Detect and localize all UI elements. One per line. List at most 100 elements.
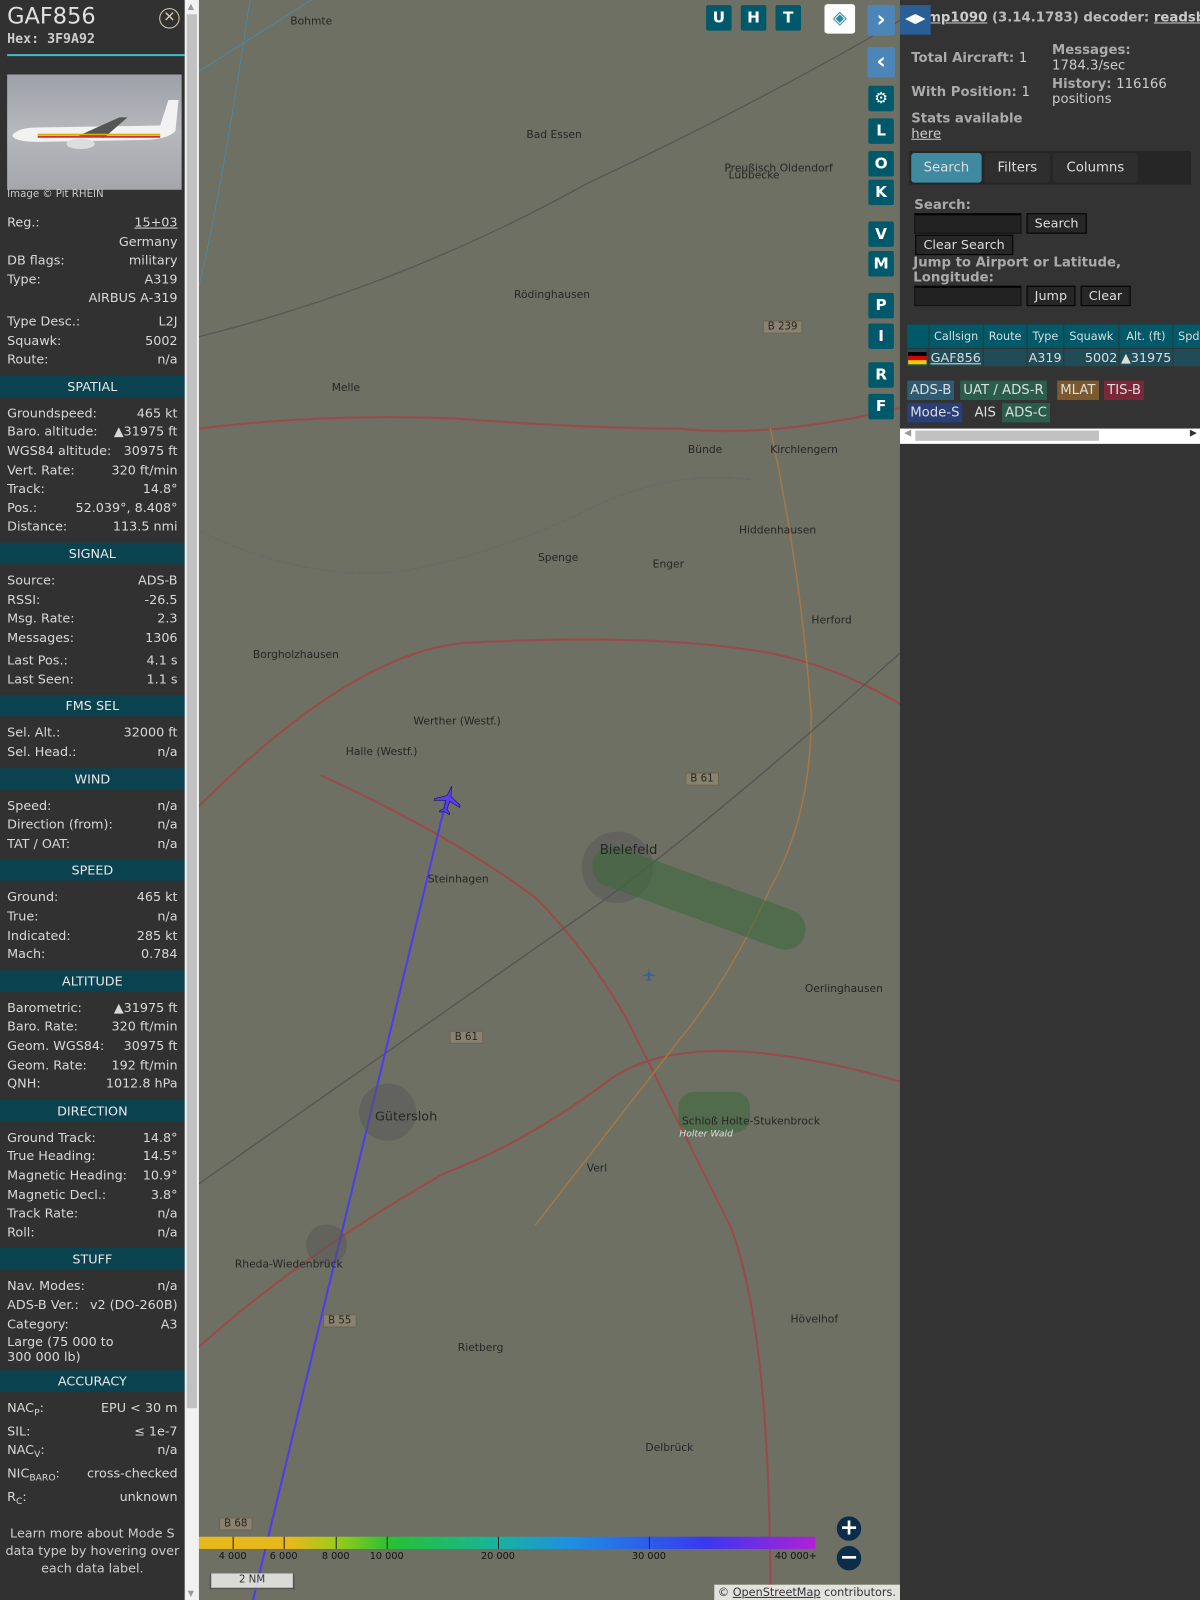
scroll-right-icon[interactable]: ▶ bbox=[1190, 429, 1197, 439]
scrollbar-thumb[interactable] bbox=[186, 14, 197, 1409]
town-label: Hiddenhausen bbox=[738, 524, 817, 537]
column-header-altft[interactable]: Alt. (ft) bbox=[1119, 324, 1173, 348]
toggle-button-l[interactable]: L bbox=[868, 118, 894, 144]
section-header-accuracy: ACCURACY bbox=[0, 1370, 185, 1392]
close-icon[interactable]: ✕ bbox=[159, 8, 180, 29]
row-label: Route: bbox=[7, 350, 48, 369]
scale-tick-label: 40 000+ bbox=[774, 1551, 817, 1563]
row-label-text: NAC bbox=[7, 1400, 35, 1416]
source-badge-adsb[interactable]: ADS-B bbox=[907, 380, 955, 400]
scroll-down-icon[interactable]: ▼ bbox=[188, 1589, 194, 1598]
row-label-text: TAT / OAT: bbox=[7, 835, 71, 851]
toggle-button-f[interactable]: F bbox=[868, 393, 894, 420]
cell-type: A319 bbox=[1027, 348, 1064, 367]
source-badge-mlat[interactable]: MLAT bbox=[1057, 380, 1099, 400]
clear-button[interactable]: Clear bbox=[1080, 285, 1131, 307]
collapse-sidebar-button[interactable]: › bbox=[867, 5, 895, 36]
toggle-button-u[interactable]: U bbox=[706, 5, 732, 31]
scale-tick-label: 6 000 bbox=[269, 1551, 298, 1563]
source-badge-ais[interactable]: AIS bbox=[971, 403, 999, 423]
toggle-button-i[interactable]: I bbox=[868, 323, 894, 349]
detail-row: Msg. Rate: 2.3 bbox=[0, 609, 185, 628]
source-badge-uatadsr[interactable]: UAT / ADS-R bbox=[960, 380, 1047, 400]
section-header-stuff: STUFF bbox=[0, 1248, 185, 1270]
row-value[interactable]: 15+03 bbox=[134, 213, 177, 232]
town-label: Herford bbox=[811, 614, 852, 627]
detail-row: AIRBUS A-319 bbox=[0, 289, 185, 308]
toggle-button-o[interactable]: O bbox=[868, 151, 894, 177]
section-header-spatial: SPATIAL bbox=[0, 375, 185, 397]
scroll-up-icon[interactable]: ▲ bbox=[188, 2, 194, 11]
toggle-panel-arrows-icon[interactable]: ◀▶ bbox=[899, 5, 931, 35]
row-label: Track: bbox=[7, 480, 45, 499]
detail-row: Type: A319 bbox=[0, 270, 185, 289]
toggle-button-h[interactable]: H bbox=[740, 5, 767, 31]
column-header-route[interactable]: Route bbox=[983, 324, 1027, 348]
toggle-button-p[interactable]: P bbox=[868, 292, 894, 319]
vertical-scrollbar[interactable]: ▲ ▼ bbox=[184, 0, 199, 1600]
row-label-text: Distance: bbox=[7, 518, 68, 534]
row-value: 32000 ft bbox=[123, 724, 178, 741]
jump-input[interactable] bbox=[914, 285, 1022, 307]
aircraft-photo[interactable] bbox=[7, 74, 182, 190]
zoom-in-button[interactable]: + bbox=[836, 1516, 862, 1541]
source-badge-modes[interactable]: Mode-S bbox=[907, 403, 963, 423]
layers-icon[interactable]: ◈ bbox=[824, 4, 856, 34]
toggle-button-k[interactable]: K bbox=[868, 179, 894, 206]
stats-link[interactable]: here bbox=[911, 127, 941, 142]
version: (3.14.1783) decoder: bbox=[991, 10, 1150, 26]
search-input[interactable] bbox=[914, 213, 1022, 234]
map[interactable]: Bohmte Bad Essen Preußisch Oldendorf Lübbec… bbox=[198, 0, 900, 1600]
column-header-squawk[interactable]: Squawk bbox=[1064, 324, 1119, 348]
row-value: 3.8° bbox=[150, 1186, 178, 1202]
town-label: Rödinghausen bbox=[514, 288, 591, 302]
zoom-out-button[interactable]: − bbox=[836, 1546, 862, 1571]
row-value: ≤ 1e-7 bbox=[134, 1423, 178, 1439]
row-label-suffix: : bbox=[22, 1488, 27, 1504]
settings-gear-icon[interactable]: ⚙ bbox=[868, 85, 894, 112]
osm-link[interactable]: OpenStreetMap bbox=[733, 1586, 821, 1599]
row-label: Barometric: bbox=[7, 999, 82, 1018]
row-value: AIRBUS A-319 bbox=[88, 290, 178, 306]
source-badge-tisb[interactable]: TIS-B bbox=[1104, 380, 1145, 400]
tab-search[interactable]: Search bbox=[911, 153, 982, 183]
row-label-text: NAC bbox=[7, 1442, 35, 1458]
detail-row: Last Pos.: 4.1 s bbox=[0, 651, 185, 670]
row-value: 14.8° bbox=[142, 1129, 178, 1145]
scrollbar-thumb[interactable] bbox=[915, 430, 1099, 441]
town-label: Hövelhof bbox=[790, 1313, 839, 1326]
cell-callsign[interactable]: GAF856 bbox=[929, 348, 983, 367]
row-label-text: Pos.: bbox=[7, 499, 38, 516]
row-label: Sel. Head.: bbox=[7, 743, 76, 762]
aircraft-marker-icon[interactable] bbox=[432, 784, 465, 817]
row-label: NACP: bbox=[7, 1399, 44, 1418]
horizontal-scrollbar[interactable]: ◀ ▶ bbox=[899, 428, 1200, 444]
clear-search-button[interactable]: Clear Search bbox=[915, 234, 1013, 256]
hex-label: Hex: bbox=[7, 31, 40, 47]
search-button[interactable]: Search bbox=[1026, 213, 1087, 234]
detail-row: SIL: ≤ 1e-7 bbox=[0, 1422, 185, 1441]
motorway bbox=[198, 638, 900, 808]
expand-sidebar-button[interactable]: ‹ bbox=[867, 46, 895, 78]
detail-row: Type Desc.: L2J bbox=[0, 312, 185, 331]
tab-columns[interactable]: Columns bbox=[1053, 153, 1138, 183]
toggle-button-v[interactable]: V bbox=[868, 221, 894, 247]
section-header-wind: WIND bbox=[0, 768, 185, 790]
source-badge-adsc[interactable]: ADS-C bbox=[1002, 403, 1050, 423]
scroll-left-icon[interactable]: ◀ bbox=[904, 429, 911, 439]
column-header-type[interactable]: Type bbox=[1027, 324, 1064, 348]
row-label: Baro. altitude: bbox=[7, 423, 97, 442]
jump-button[interactable]: Jump bbox=[1026, 285, 1076, 307]
toggle-button-r[interactable]: R bbox=[868, 362, 894, 388]
toggle-button-m[interactable]: M bbox=[868, 251, 894, 277]
tab-filters[interactable]: Filters bbox=[984, 153, 1050, 183]
total-aircraft: Total Aircraft: 1 bbox=[911, 51, 1027, 66]
stats-available: Stats available here bbox=[911, 111, 1022, 142]
decoder-link[interactable]: readsb bbox=[1154, 10, 1200, 25]
scale-tick-mark bbox=[648, 1536, 650, 1549]
column-header-spd[interactable]: Spd bbox=[1173, 324, 1200, 348]
column-header-callsign[interactable]: Callsign bbox=[929, 324, 983, 348]
row-label-text: Magnetic Heading: bbox=[7, 1167, 127, 1183]
toggle-button-t[interactable]: T bbox=[775, 5, 802, 31]
row-label-text: Type Desc.: bbox=[7, 313, 81, 329]
